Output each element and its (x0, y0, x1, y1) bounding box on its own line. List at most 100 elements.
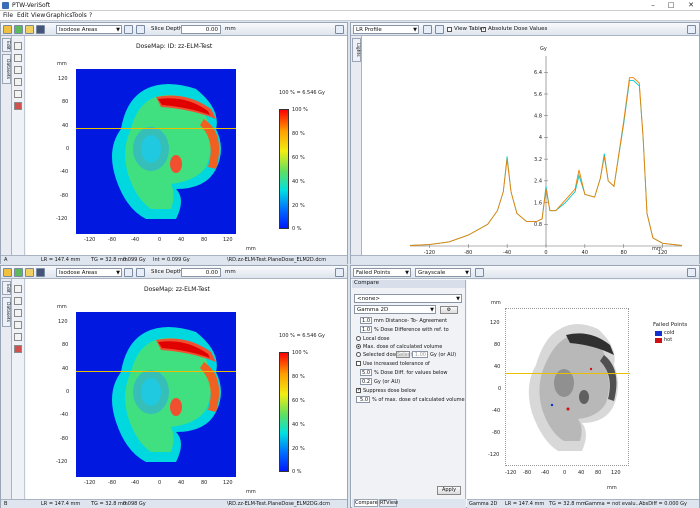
grid-icon[interactable] (14, 309, 22, 317)
apply-button[interactable]: Apply (437, 486, 461, 495)
absolute-dose-label: Absolute Dose Values (488, 26, 548, 32)
close-button[interactable]: ✕ (684, 1, 698, 10)
maximize-button[interactable]: □ (664, 1, 678, 10)
suppress-checkbox[interactable]: ✓ (356, 388, 361, 393)
preset-dropdown[interactable]: <none> ▼ (354, 294, 462, 303)
profile-mode-dropdown[interactable]: LR Profile ▼ (353, 25, 419, 34)
menu-graphics[interactable]: Graphics (46, 12, 73, 19)
tab-lights[interactable]: Lights (352, 38, 361, 62)
tab-datasets[interactable]: Datasets (2, 54, 11, 84)
profile-status-bar (351, 255, 699, 264)
menu-edit[interactable]: Edit (17, 12, 29, 19)
tab-edit[interactable]: Edit (2, 38, 11, 52)
y-tick-label: 1.6 (534, 200, 542, 206)
shift-icon[interactable] (14, 333, 22, 341)
dosemap-image[interactable] (76, 69, 236, 234)
profile-line-h (76, 128, 236, 129)
absolute-dose-checkbox[interactable]: ✓ (481, 27, 486, 32)
expand-icon[interactable] (687, 268, 696, 277)
table-icon[interactable] (14, 297, 22, 305)
legend-cold-label: cold (664, 330, 675, 336)
save-icon[interactable] (36, 25, 45, 34)
menu-tools[interactable]: Tools (72, 12, 87, 19)
legend-hot-swatch (655, 338, 662, 343)
save-icon[interactable] (36, 268, 45, 277)
ruler-icon[interactable] (14, 78, 22, 86)
increased-tolerance-checkbox[interactable] (356, 361, 361, 366)
crosshair-icon[interactable] (136, 268, 145, 277)
ruler-icon[interactable] (14, 321, 22, 329)
y-tick-label: 2.4 (534, 179, 542, 185)
settings-icon[interactable] (423, 25, 432, 34)
y-tick-label: 5.6 (534, 92, 542, 98)
method-dropdown[interactable]: Gamma 2D ▼ (354, 305, 436, 314)
open-folder-icon[interactable] (3, 268, 12, 277)
open-folder-icon[interactable] (3, 25, 12, 34)
inc-dd-input[interactable]: 5.0 (360, 369, 372, 376)
crosshair-icon[interactable] (136, 25, 145, 34)
tab-datasets[interactable]: Datasets (2, 297, 11, 327)
y-tick-label: 0.8 (534, 222, 542, 228)
display-mode-dropdown[interactable]: Isodose Areas ▼ (56, 25, 122, 34)
shift-icon[interactable] (14, 90, 22, 98)
display-mode-dropdown[interactable]: Isodose Areas ▼ (56, 268, 122, 277)
zoom-icon[interactable] (14, 285, 22, 293)
app-icon (2, 2, 9, 9)
local-dose-radio[interactable] (356, 336, 361, 341)
suppress-input[interactable]: 5.0 (356, 396, 370, 403)
legend-hot-label: hot (664, 337, 673, 343)
menu-view[interactable]: View (31, 12, 45, 19)
dosemap-panel-b: Isodose Areas ▼ Slice Depth 0.00 mm Edit … (0, 265, 348, 508)
crosshair-icon[interactable] (435, 25, 444, 34)
slice-depth-input[interactable]: 0.00 (181, 25, 221, 34)
title-bar: PTW-VeriSoft – □ ✕ (0, 0, 700, 11)
x-unit-label: mm (246, 489, 256, 495)
gamma-map[interactable] (505, 308, 630, 466)
profile-line-h (506, 373, 630, 374)
panel-a-tools (12, 36, 25, 256)
tab-compare[interactable]: Compare (354, 499, 378, 507)
target-icon[interactable] (14, 102, 22, 110)
dosemap-panel-a: Isodose Areas ▼ Slice Depth 0.00 mm Edit … (0, 22, 348, 264)
view-table-checkbox[interactable] (447, 27, 452, 32)
profile-line-h (76, 371, 236, 372)
slice-depth-unit: mm (225, 26, 236, 32)
colormap-dropdown[interactable]: Grayscale ▼ (415, 268, 471, 277)
table-icon[interactable] (14, 54, 22, 62)
document-icon[interactable] (25, 25, 34, 34)
document-icon[interactable] (25, 268, 34, 277)
menu-help[interactable]: ? (89, 12, 92, 19)
refresh-icon[interactable] (14, 25, 23, 34)
minimize-button[interactable]: – (646, 1, 660, 10)
refresh-icon[interactable] (14, 268, 23, 277)
method-settings-button[interactable]: ⚙ (440, 306, 458, 314)
x-unit-label: mm (246, 246, 256, 252)
tab-rtview[interactable]: RTView (379, 499, 398, 507)
grid-icon[interactable] (14, 66, 22, 74)
expand-icon[interactable] (335, 25, 344, 34)
expand-icon[interactable] (687, 25, 696, 34)
zoom-icon[interactable] (14, 42, 22, 50)
profile-chart[interactable]: 6.45.64.843.22.41.60.8-120 -80 -40 0 40 80 120 (362, 36, 699, 256)
expand-icon[interactable] (335, 268, 344, 277)
settings-icon[interactable] (124, 25, 133, 34)
inc-gy-input[interactable]: 0.2 (360, 378, 372, 385)
dta-input[interactable]: 1.0 (360, 317, 372, 324)
tab-edit[interactable]: Edit (2, 281, 11, 295)
slice-depth-input[interactable]: 0.00 (181, 268, 221, 277)
failed-points-dropdown[interactable]: Failed Points ▼ (353, 268, 411, 277)
failed-points-title: Failed Points (653, 322, 688, 328)
selected-dose-radio[interactable] (356, 352, 361, 357)
selected-dose-input[interactable]: 1.00 (412, 351, 428, 358)
profile-toolbar: LR Profile ▼ View Table ✓ Absolute Dose V… (351, 23, 699, 36)
slice-depth-label: Slice Depth (151, 269, 183, 275)
y-tick-label: 6.4 (534, 70, 542, 76)
crosshair-icon[interactable] (475, 268, 484, 277)
max-dose-radio[interactable] (356, 344, 361, 349)
select-button[interactable]: Select (396, 351, 412, 358)
settings-icon[interactable] (124, 268, 133, 277)
menu-file[interactable]: File (3, 12, 13, 19)
dosemap-image[interactable] (76, 312, 236, 477)
dd-input[interactable]: 1.0 (360, 326, 372, 333)
target-icon[interactable] (14, 345, 22, 353)
